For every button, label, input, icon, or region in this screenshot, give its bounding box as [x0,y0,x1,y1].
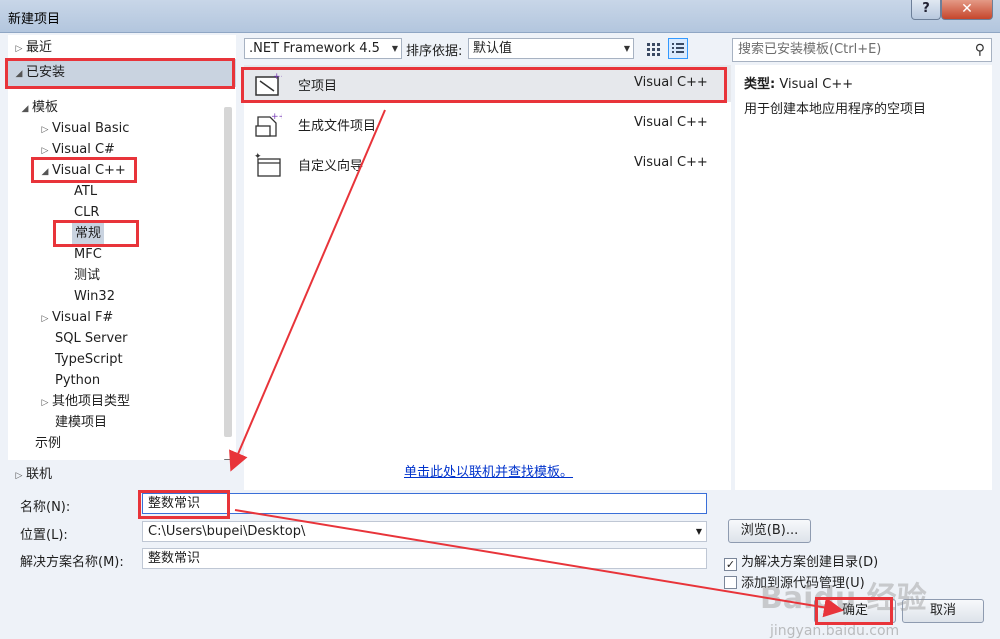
tree-item-python[interactable]: Python [55,370,100,391]
tree-item-visual-csharp[interactable]: ▷ Visual C# [38,139,115,160]
makefile-project-icon: ++ [255,112,282,137]
type-value: Visual C++ [779,77,854,92]
expand-icon: ▷ [15,471,23,481]
checkbox-checked-icon[interactable]: ✓ [724,558,737,571]
sort-value: 默认值 [473,41,513,56]
new-project-dialog: ▷ 最近 ◢ 已安装 ◢ 模板 ▷ Visual Basic ▷ Visual C# ◢ V… [0,33,1000,639]
tree-label: Visual F# [52,310,114,325]
svg-text:++: ++ [271,112,282,122]
tree-item-samples[interactable]: 示例 [35,433,61,454]
template-language: Visual C++ [634,115,708,130]
location-label: 位置(L): [20,528,68,543]
template-name: 自定义向导 [298,159,364,174]
template-toolbar: .NET Framework 4.5 ▼ 排序依据: 默认值 ▼ 搜索已安装模板… [244,38,992,62]
sort-select[interactable]: 默认值 ▼ [468,38,634,59]
tree-item-modeling[interactable]: 建模项目 [55,412,107,433]
tree-label: 最近 [26,40,53,55]
tree-item-installed[interactable]: ◢ 已安装 [8,59,236,87]
tree-item-sql-server[interactable]: SQL Server [55,328,128,349]
tree-item-templates[interactable]: ◢ 模板 [18,97,58,118]
list-view-button[interactable] [668,38,688,59]
checkbox-label: 为解决方案创建目录(D) [741,555,879,570]
expand-icon: ▷ [41,146,49,156]
tree-label: 已安装 [26,65,66,80]
collapse-icon: ◢ [21,104,29,114]
tree-label: Visual C# [52,142,115,157]
solution-name-label: 解决方案名称(M): [20,555,124,570]
tree-item-clr[interactable]: CLR [74,202,99,223]
tree-item-visual-fsharp[interactable]: ▷ Visual F# [38,307,114,328]
chevron-down-icon: ▼ [695,527,702,536]
sort-label: 排序依据: [406,44,463,59]
tree-item-visual-basic[interactable]: ▷ Visual Basic [38,118,130,139]
template-search-input[interactable]: 搜索已安装模板(Ctrl+E) ⚲ [732,38,992,62]
list-view-icon [672,43,684,53]
template-item-custom-wizard[interactable]: ✦ 自定义向导 Visual C++ [244,145,731,182]
collapse-icon: ◢ [41,167,49,177]
name-input[interactable]: 整数常识 [142,493,707,514]
browse-button[interactable]: 浏览(B)... [728,519,811,543]
tree-label: 其他项目类型 [52,394,131,409]
tree-item-online[interactable]: ▷ 联机 [8,460,236,490]
tree-item-other-types[interactable]: ▷ 其他项目类型 [38,391,130,412]
tree-item-recent[interactable]: ▷ 最近 [12,37,52,58]
template-item-empty-project[interactable]: ++ 空项目 Visual C++ [244,65,731,102]
tree-item-general[interactable]: 常规 [72,223,105,244]
tree-scrollbar[interactable]: ▼ [220,99,236,468]
type-label: 类型: [744,77,776,92]
template-item-makefile-project[interactable]: ++ 生成文件项目 Visual C++ [244,105,731,142]
template-list: ++ 空项目 Visual C++ ++ 生成文件项目 Visual C++ ✦… [244,65,731,490]
tree-label: 模板 [32,100,59,115]
expand-icon: ▷ [41,314,49,324]
svg-text:++: ++ [273,72,282,82]
watermark-url: jingyan.baidu.com [770,623,900,639]
template-name: 生成文件项目 [298,119,377,134]
create-directory-checkbox[interactable]: ✓ 为解决方案创建目录(D) [724,551,878,571]
detail-description: 用于创建本地应用程序的空项目 [744,102,927,117]
expand-icon: ▷ [41,125,49,135]
solution-name-input[interactable]: 整数常识 [142,548,707,569]
search-placeholder: 搜索已安装模板(Ctrl+E) [738,42,882,57]
framework-value: .NET Framework 4.5 [249,41,380,56]
expand-icon: ◢ [15,69,23,79]
detail-type: 类型: Visual C++ [744,73,853,92]
search-icon[interactable]: ⚲ [975,39,985,61]
checkbox-unchecked-icon[interactable] [724,576,737,589]
template-details: 类型: Visual C++ 用于创建本地应用程序的空项目 [735,65,992,490]
custom-wizard-icon: ✦ [254,152,281,177]
template-language: Visual C++ [634,155,708,170]
location-value: C:\Users\bupei\Desktop\ [148,524,306,539]
tree-item-typescript[interactable]: TypeScript [55,349,123,370]
scrollbar-thumb[interactable] [224,107,232,437]
framework-select[interactable]: .NET Framework 4.5 ▼ [244,38,402,59]
tree-label: 联机 [26,467,53,482]
watermark-logo: Baidu 经验 [760,581,927,616]
tree-item-atl[interactable]: ATL [74,181,97,202]
window-title: 新建项目 [8,12,61,27]
expand-icon: ▷ [41,398,49,408]
location-select[interactable]: C:\Users\bupei\Desktop\ ▼ [142,521,707,542]
name-label: 名称(N): [20,500,71,515]
tree-item-win32[interactable]: Win32 [74,286,115,307]
find-templates-online-link[interactable]: 单击此处以联机并查找模板。 [404,461,573,480]
grid-view-icon [647,43,660,56]
tree-item-visual-cpp[interactable]: ◢ Visual C++ [38,160,126,181]
empty-project-icon: ++ [255,72,282,96]
tree-item-test[interactable]: 测试 [74,265,100,286]
grid-view-button[interactable] [643,38,663,59]
tree-label: Visual C++ [52,163,126,178]
tree-item-mfc[interactable]: MFC [74,244,102,265]
template-language: Visual C++ [634,75,708,90]
template-name: 空项目 [298,79,338,94]
help-button[interactable]: ? [911,0,941,20]
tree-label: Visual Basic [52,121,130,136]
expand-icon: ▷ [15,44,23,54]
chevron-down-icon: ▼ [623,44,630,53]
title-bar: 新建项目 ? ✕ [0,0,1000,33]
close-button[interactable]: ✕ [941,0,993,20]
svg-text:✦: ✦ [254,152,262,162]
chevron-down-icon: ▼ [391,44,398,53]
